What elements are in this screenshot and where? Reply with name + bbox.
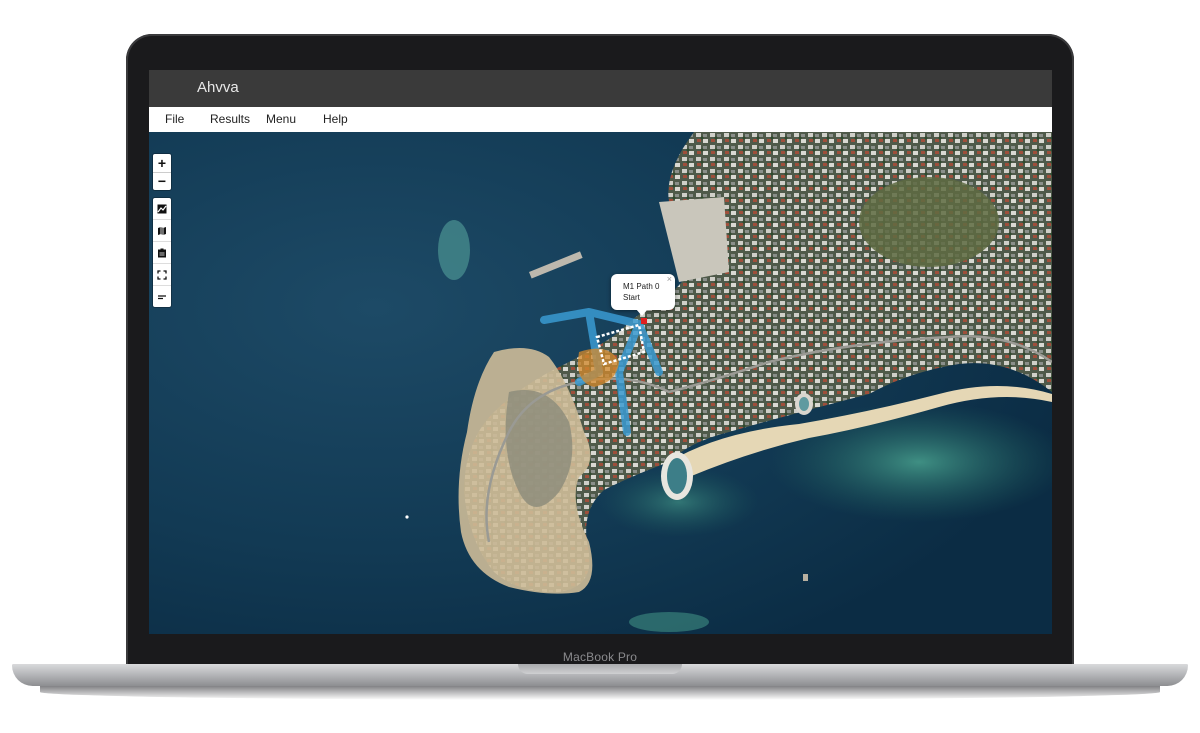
laptop-notch [518,664,682,674]
map-imagery[interactable] [149,132,1052,634]
list-icon[interactable] [153,286,171,307]
menu-help[interactable]: Help [323,112,348,126]
menu-results[interactable]: Results [210,112,250,126]
map-toolbar [153,198,171,307]
menu-menu[interactable]: Menu [266,112,296,126]
zoom-in-button[interactable]: + [153,154,171,172]
menu-file[interactable]: File [165,112,184,126]
image-icon[interactable] [153,198,171,220]
popup-subtitle: Start [623,293,640,302]
laptop-shadow [40,684,1160,700]
menu-bar: File Results Menu Help [149,107,1052,133]
reef-area [629,612,709,632]
popup-tip [636,309,648,316]
map-icon[interactable] [153,220,171,242]
app-titlebar: Ahvva [149,70,1052,107]
boat [405,515,409,519]
device-brand: MacBook Pro [562,650,638,664]
zoom-control: + − [153,154,171,190]
popup-close-button[interactable]: × [667,274,672,285]
lagoon-water [667,458,687,494]
start-marker[interactable] [641,318,647,324]
screen: Ahvva File Results Menu Help + − × M1 Pa… [149,70,1052,634]
boat [803,574,808,581]
zoom-out-button[interactable]: − [153,172,171,190]
lagoon-water [799,397,809,411]
satellite-map[interactable]: + − × M1 Path 0 Start [149,132,1052,634]
clipboard-icon[interactable] [153,242,171,264]
app-title: Ahvva [197,79,239,96]
popup-title: M1 Path 0 [623,282,660,291]
hill-area [859,177,999,267]
fullscreen-icon[interactable] [153,264,171,286]
map-popup: × M1 Path 0 Start [611,274,675,310]
reef-patch [438,220,470,280]
